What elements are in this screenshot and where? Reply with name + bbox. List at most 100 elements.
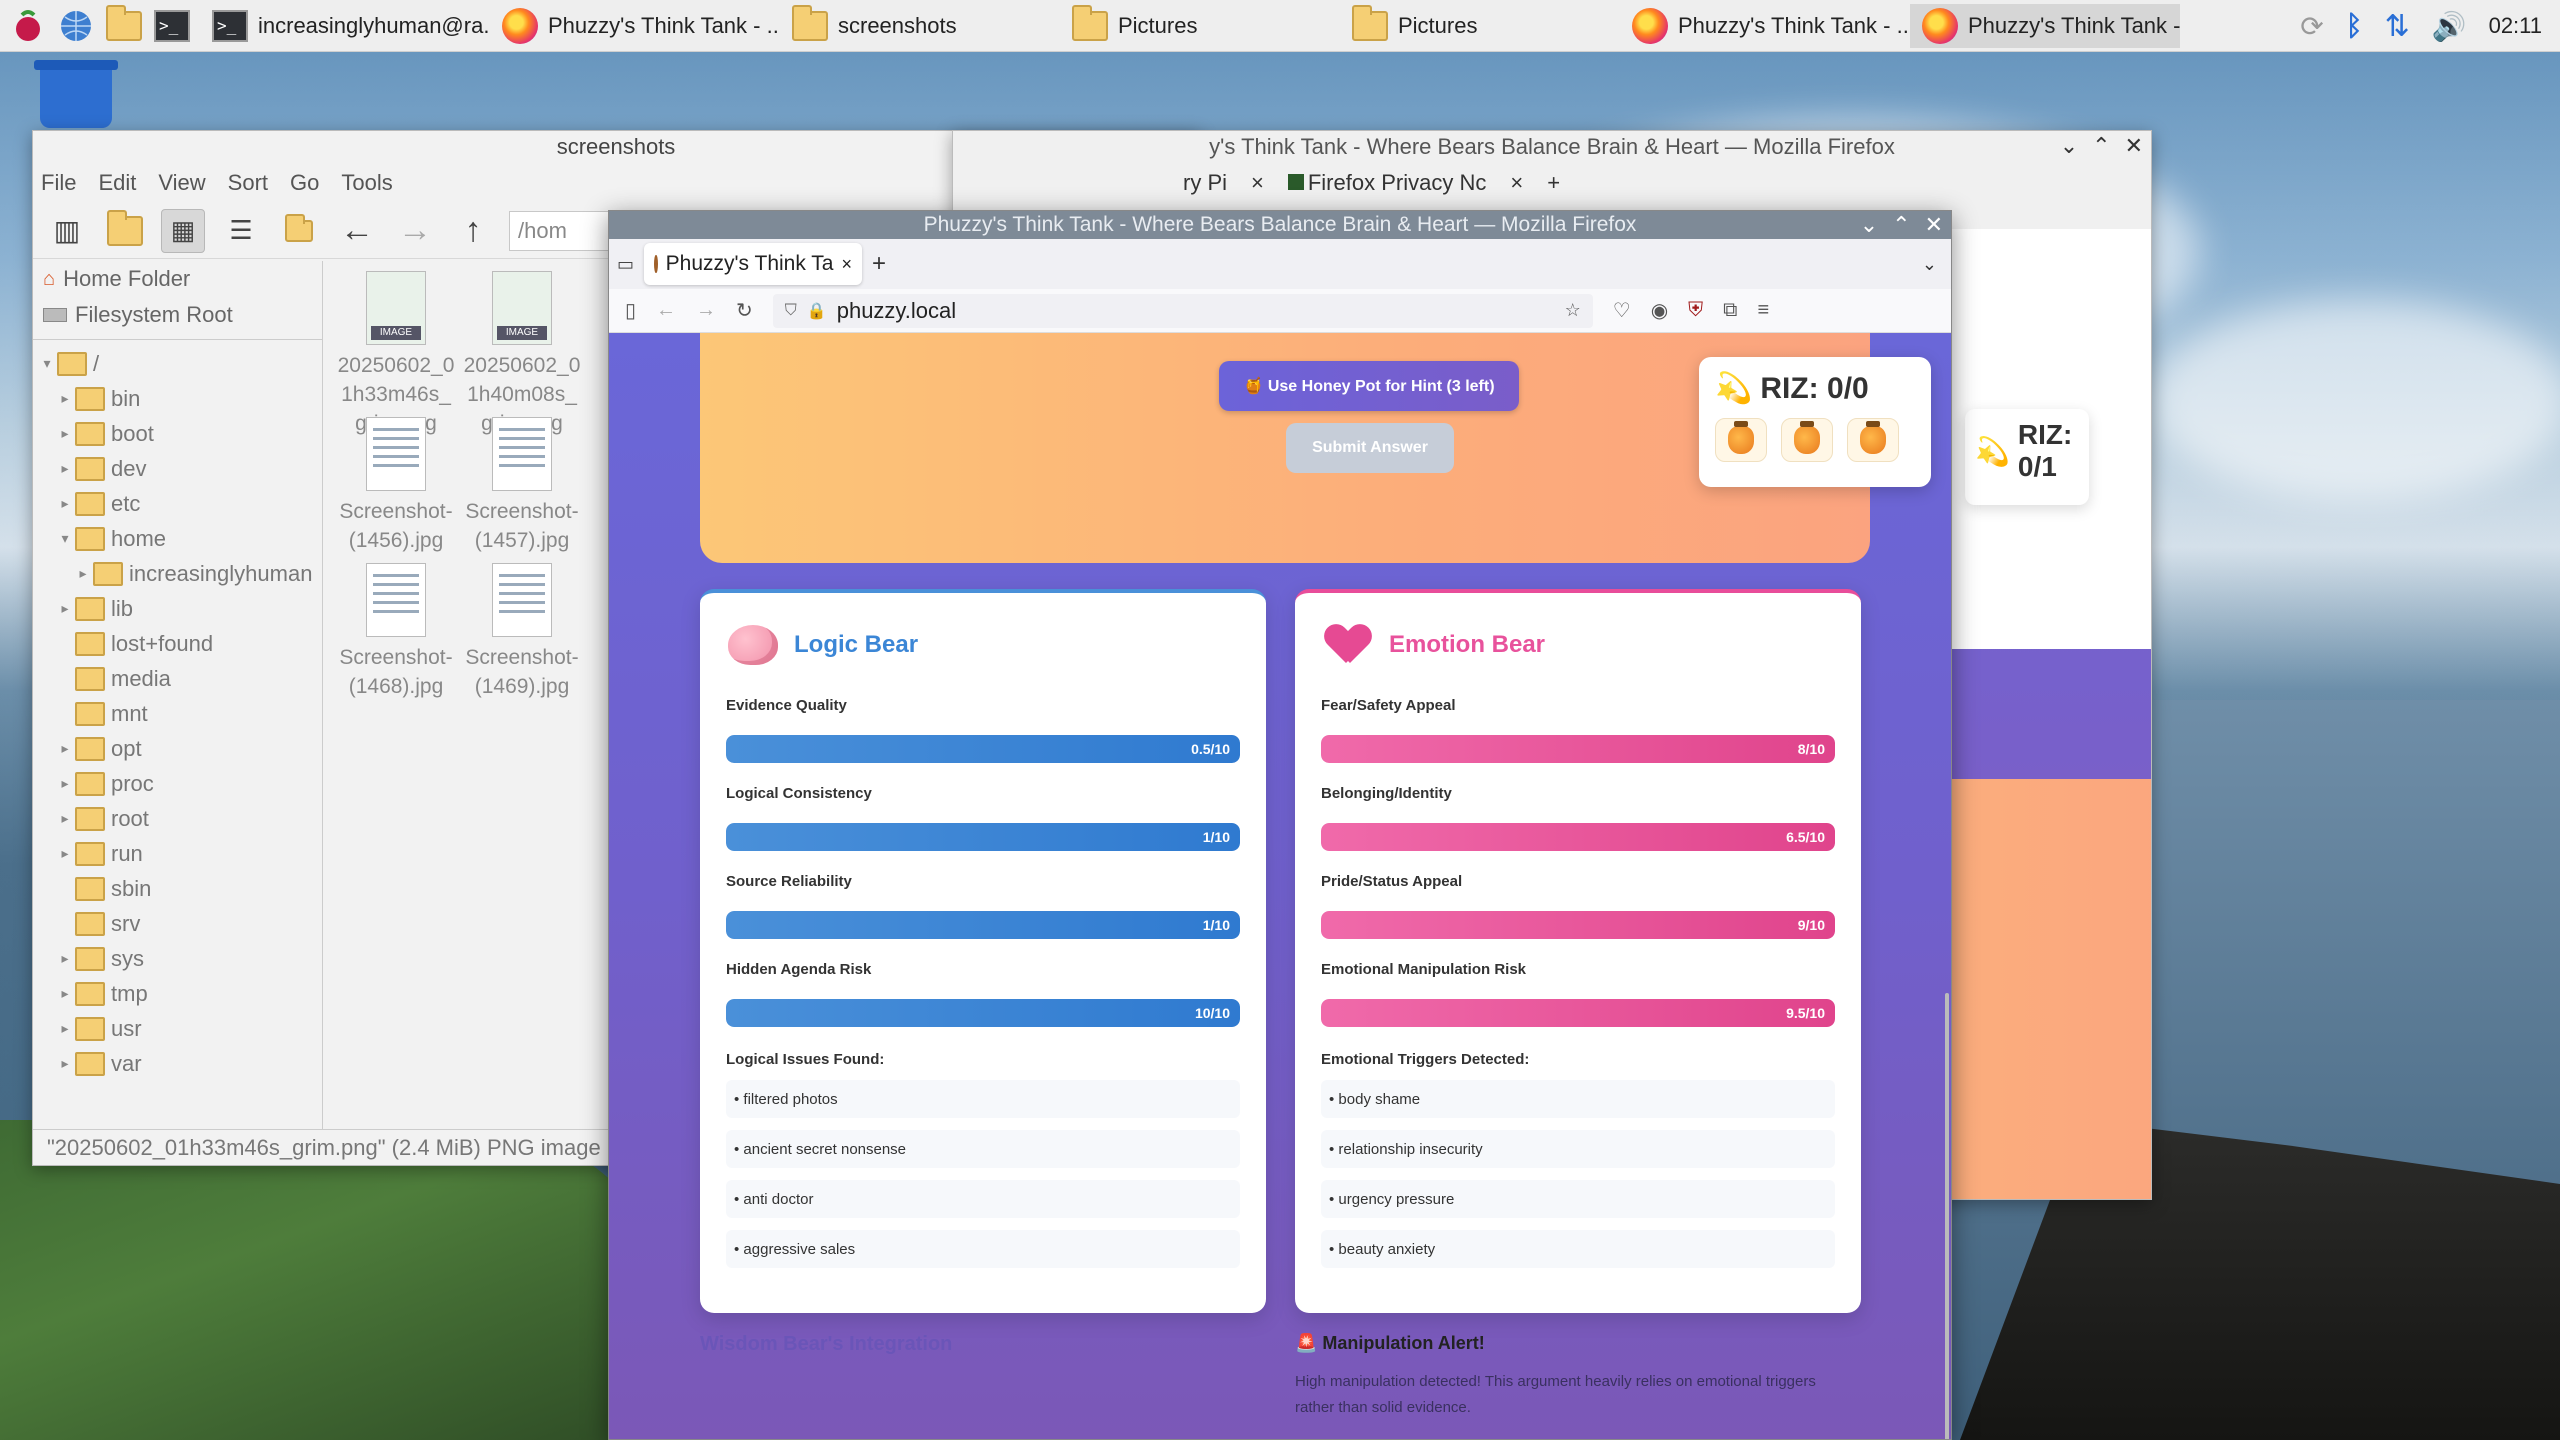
task-firefox-3[interactable]: Phuzzy's Think Tank - ... [1910, 3, 2180, 48]
expand-arrow-icon[interactable]: ▸ [55, 775, 75, 792]
tree-item[interactable]: media [33, 661, 322, 696]
expand-arrow-icon[interactable]: ▸ [55, 1020, 75, 1037]
tree-item[interactable]: ▸ sys [33, 941, 322, 976]
tree-item[interactable]: ▸ run [33, 836, 322, 871]
home-icon[interactable] [277, 209, 321, 253]
new-tab-icon[interactable]: + [872, 250, 886, 278]
browser-globe-icon[interactable] [56, 6, 96, 46]
expand-arrow-icon[interactable]: ▸ [55, 390, 75, 407]
tree-item[interactable]: ▸ proc [33, 766, 322, 801]
tree-item[interactable]: ▸ etc [33, 486, 322, 521]
file-item[interactable]: Screenshot- (1469).jpg [459, 563, 585, 701]
file-manager-icon[interactable] [104, 4, 144, 46]
terminal-launcher-icon[interactable]: >_ [152, 6, 192, 46]
expand-arrow-icon[interactable]: ▸ [55, 1055, 75, 1072]
tab-raspberry-pi[interactable]: ry Pi [1183, 170, 1227, 196]
close-icon[interactable]: ✕ [2125, 133, 2143, 159]
tab-phuzzy[interactable]: Phuzzy's Think Ta × [644, 243, 863, 285]
menu-sort[interactable]: Sort [228, 170, 268, 196]
trash-icon[interactable] [34, 60, 118, 128]
tree-item[interactable]: ▸ tmp [33, 976, 322, 1011]
file-item[interactable]: Screenshot- (1457).jpg [459, 417, 585, 555]
sidebar-toggle-icon[interactable]: ▥ [45, 209, 89, 253]
account-icon[interactable]: ◉ [1651, 298, 1668, 323]
ublock-icon[interactable]: ⛨ [1688, 299, 1703, 322]
task-pictures-1[interactable]: Pictures [1060, 4, 1340, 48]
file-item[interactable]: Screenshot- (1468).jpg [333, 563, 459, 701]
expand-arrow-icon[interactable]: ▸ [73, 565, 93, 582]
list-view-icon[interactable]: ☰ [219, 209, 263, 253]
window-titlebar[interactable]: Phuzzy's Think Tank - Where Bears Balanc… [609, 211, 1951, 239]
place-home-folder[interactable]: ⌂ Home Folder [33, 261, 322, 297]
file-item[interactable]: 20250602_01h33m46s_grim.png [333, 271, 459, 438]
clock[interactable]: 02:11 [2489, 13, 2542, 39]
icon-view-icon[interactable]: ▦ [161, 208, 205, 253]
url-bar[interactable]: ⛉ 🔒 phuzzy.local ☆ [772, 293, 1593, 328]
expand-arrow-icon[interactable]: ▾ [37, 355, 57, 372]
sidebar-icon[interactable]: ▯ [625, 298, 636, 323]
new-tab-icon[interactable]: + [1547, 170, 1560, 196]
minimize-icon[interactable]: ⌄ [1860, 212, 1878, 238]
window-titlebar[interactable]: y's Think Tank - Where Bears Balance Bra… [953, 131, 2151, 163]
task-firefox-2[interactable]: Phuzzy's Think Tank - ... [1620, 4, 1910, 48]
expand-arrow-icon[interactable]: ▾ [55, 530, 75, 547]
maximize-icon[interactable]: ⌃ [1892, 212, 1910, 238]
expand-arrow-icon[interactable]: ▸ [55, 740, 75, 757]
tab-close-icon[interactable]: × [1510, 170, 1523, 196]
extensions-icon[interactable]: ⧉ [1723, 299, 1737, 322]
scrollbar[interactable] [1945, 993, 1949, 1439]
menu-tools[interactable]: Tools [341, 170, 392, 196]
tab-overflow-icon[interactable]: ⌄ [1922, 254, 1937, 275]
volume-icon[interactable]: 🔊 [2432, 10, 2467, 43]
tree-item[interactable]: ▸ lib [33, 591, 322, 626]
tree-item[interactable]: ▸ dev [33, 451, 322, 486]
tab-firefox-privacy[interactable]: Firefox Privacy Nc [1287, 170, 1486, 196]
pocket-icon[interactable]: ♡ [1613, 298, 1631, 323]
task-screenshots[interactable]: screenshots [780, 4, 1060, 48]
task-pictures-2[interactable]: Pictures [1340, 4, 1620, 48]
tree-item[interactable]: mnt [33, 696, 322, 731]
menu-view[interactable]: View [158, 170, 205, 196]
task-firefox-1[interactable]: Phuzzy's Think Tank - ... [490, 4, 780, 48]
tree-item[interactable]: sbin [33, 871, 322, 906]
expand-arrow-icon[interactable]: ▸ [55, 425, 75, 442]
update-icon[interactable]: ⟳ [2300, 10, 2323, 43]
tab-list-icon[interactable]: ▭ [617, 254, 634, 275]
tree-item[interactable]: ▸ opt [33, 731, 322, 766]
raspberry-menu-icon[interactable] [8, 6, 48, 46]
file-item[interactable]: Screenshot- (1456).jpg [333, 417, 459, 555]
bluetooth-icon[interactable]: ᛒ [2346, 10, 2363, 42]
new-folder-icon[interactable] [103, 209, 147, 253]
tree-item[interactable]: ▾ / [33, 346, 322, 381]
forward-icon[interactable]: → [696, 299, 716, 322]
expand-arrow-icon[interactable]: ▸ [55, 810, 75, 827]
menu-go[interactable]: Go [290, 170, 319, 196]
menu-icon[interactable]: ≡ [1757, 299, 1769, 322]
up-arrow-icon[interactable]: ↑ [451, 209, 495, 253]
tree-item[interactable]: ▸ root [33, 801, 322, 836]
tree-item[interactable]: ▸ var [33, 1046, 322, 1081]
submit-answer-button[interactable]: Submit Answer [1286, 423, 1454, 473]
maximize-icon[interactable]: ⌃ [2092, 133, 2110, 159]
file-item[interactable]: 20250602_01h40m08s_grim.png [459, 271, 585, 438]
expand-arrow-icon[interactable]: ▸ [55, 600, 75, 617]
close-icon[interactable]: ✕ [1925, 212, 1943, 238]
reload-icon[interactable]: ↻ [736, 298, 753, 323]
task-terminal[interactable]: >_ increasinglyhuman@ra... [200, 4, 490, 48]
tree-item[interactable]: ▾ home [33, 521, 322, 556]
tree-item[interactable]: srv [33, 906, 322, 941]
place-filesystem-root[interactable]: Filesystem Root [33, 297, 322, 333]
back-arrow-icon[interactable]: ← [335, 209, 379, 253]
expand-arrow-icon[interactable]: ▸ [55, 845, 75, 862]
tree-item[interactable]: ▸ increasinglyhuman [33, 556, 322, 591]
menu-edit[interactable]: Edit [98, 170, 136, 196]
honey-pot-hint-button[interactable]: 🍯 Use Honey Pot for Hint (3 left) [1219, 361, 1519, 411]
expand-arrow-icon[interactable]: ▸ [55, 460, 75, 477]
tree-item[interactable]: lost+found [33, 626, 322, 661]
tab-close-icon[interactable]: × [1251, 170, 1264, 196]
tree-item[interactable]: ▸ bin [33, 381, 322, 416]
tree-item[interactable]: ▸ boot [33, 416, 322, 451]
minimize-icon[interactable]: ⌄ [2060, 133, 2078, 159]
forward-arrow-icon[interactable]: → [393, 209, 437, 253]
expand-arrow-icon[interactable]: ▸ [55, 950, 75, 967]
